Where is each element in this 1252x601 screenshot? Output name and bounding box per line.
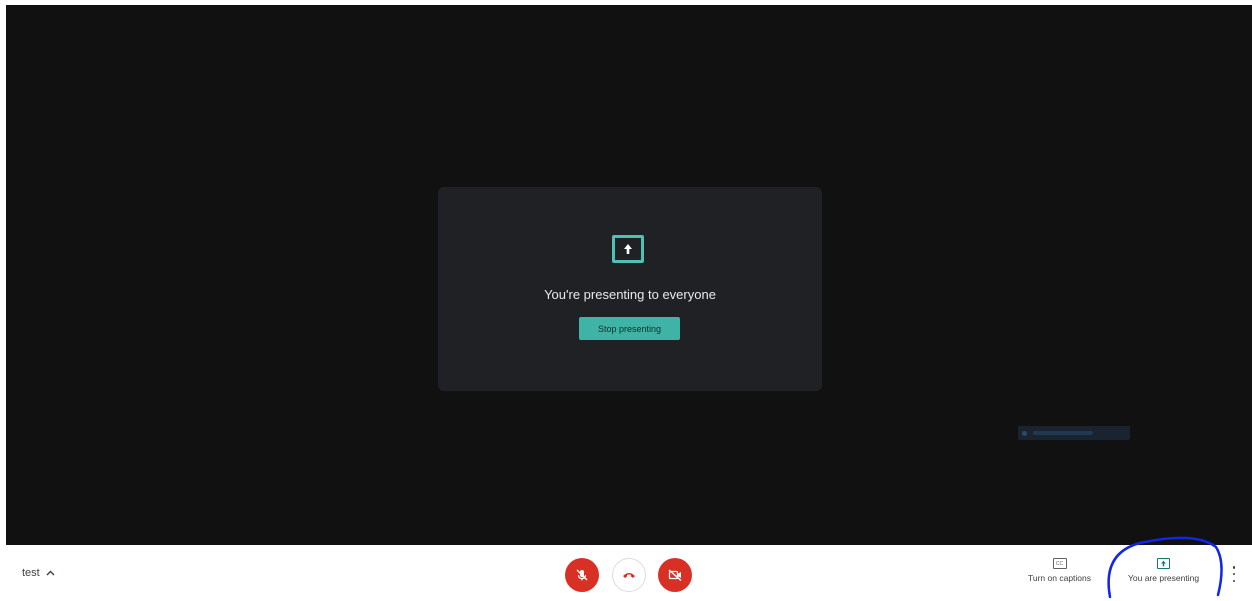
videocam-off-icon	[668, 569, 681, 581]
bottom-control-bar: test CC Turn on captions You are present…	[0, 545, 1252, 596]
leave-call-button[interactable]	[612, 558, 646, 592]
present-to-all-icon	[1157, 558, 1171, 569]
captions-button[interactable]: CC Turn on captions	[1028, 558, 1091, 583]
presenting-card: You're presenting to everyone Stop prese…	[438, 187, 822, 391]
microphone-toggle-button[interactable]	[565, 558, 599, 592]
closed-captions-icon: CC	[1052, 558, 1067, 569]
captions-label: Turn on captions	[1028, 573, 1091, 583]
more-vert-icon	[1232, 566, 1236, 569]
presenting-message: You're presenting to everyone	[544, 287, 716, 302]
call-end-icon	[623, 573, 635, 578]
camera-toggle-button[interactable]	[658, 558, 692, 592]
faded-chip-icon	[1022, 430, 1027, 436]
meeting-name: test	[22, 567, 40, 579]
faded-chip-text	[1033, 431, 1093, 435]
present-to-all-icon	[612, 235, 644, 263]
faded-overlay-chip	[1018, 426, 1130, 440]
chevron-up-icon	[46, 570, 55, 576]
more-options-button[interactable]	[1228, 566, 1240, 582]
presenting-label: You are presenting	[1128, 573, 1200, 583]
video-stage: You're presenting to everyone Stop prese…	[6, 5, 1252, 545]
stop-presenting-button[interactable]: Stop presenting	[579, 317, 680, 340]
meeting-details-toggle[interactable]: test	[22, 567, 55, 579]
presentation-button[interactable]: You are presenting	[1128, 558, 1199, 583]
mic-off-icon	[576, 569, 588, 581]
